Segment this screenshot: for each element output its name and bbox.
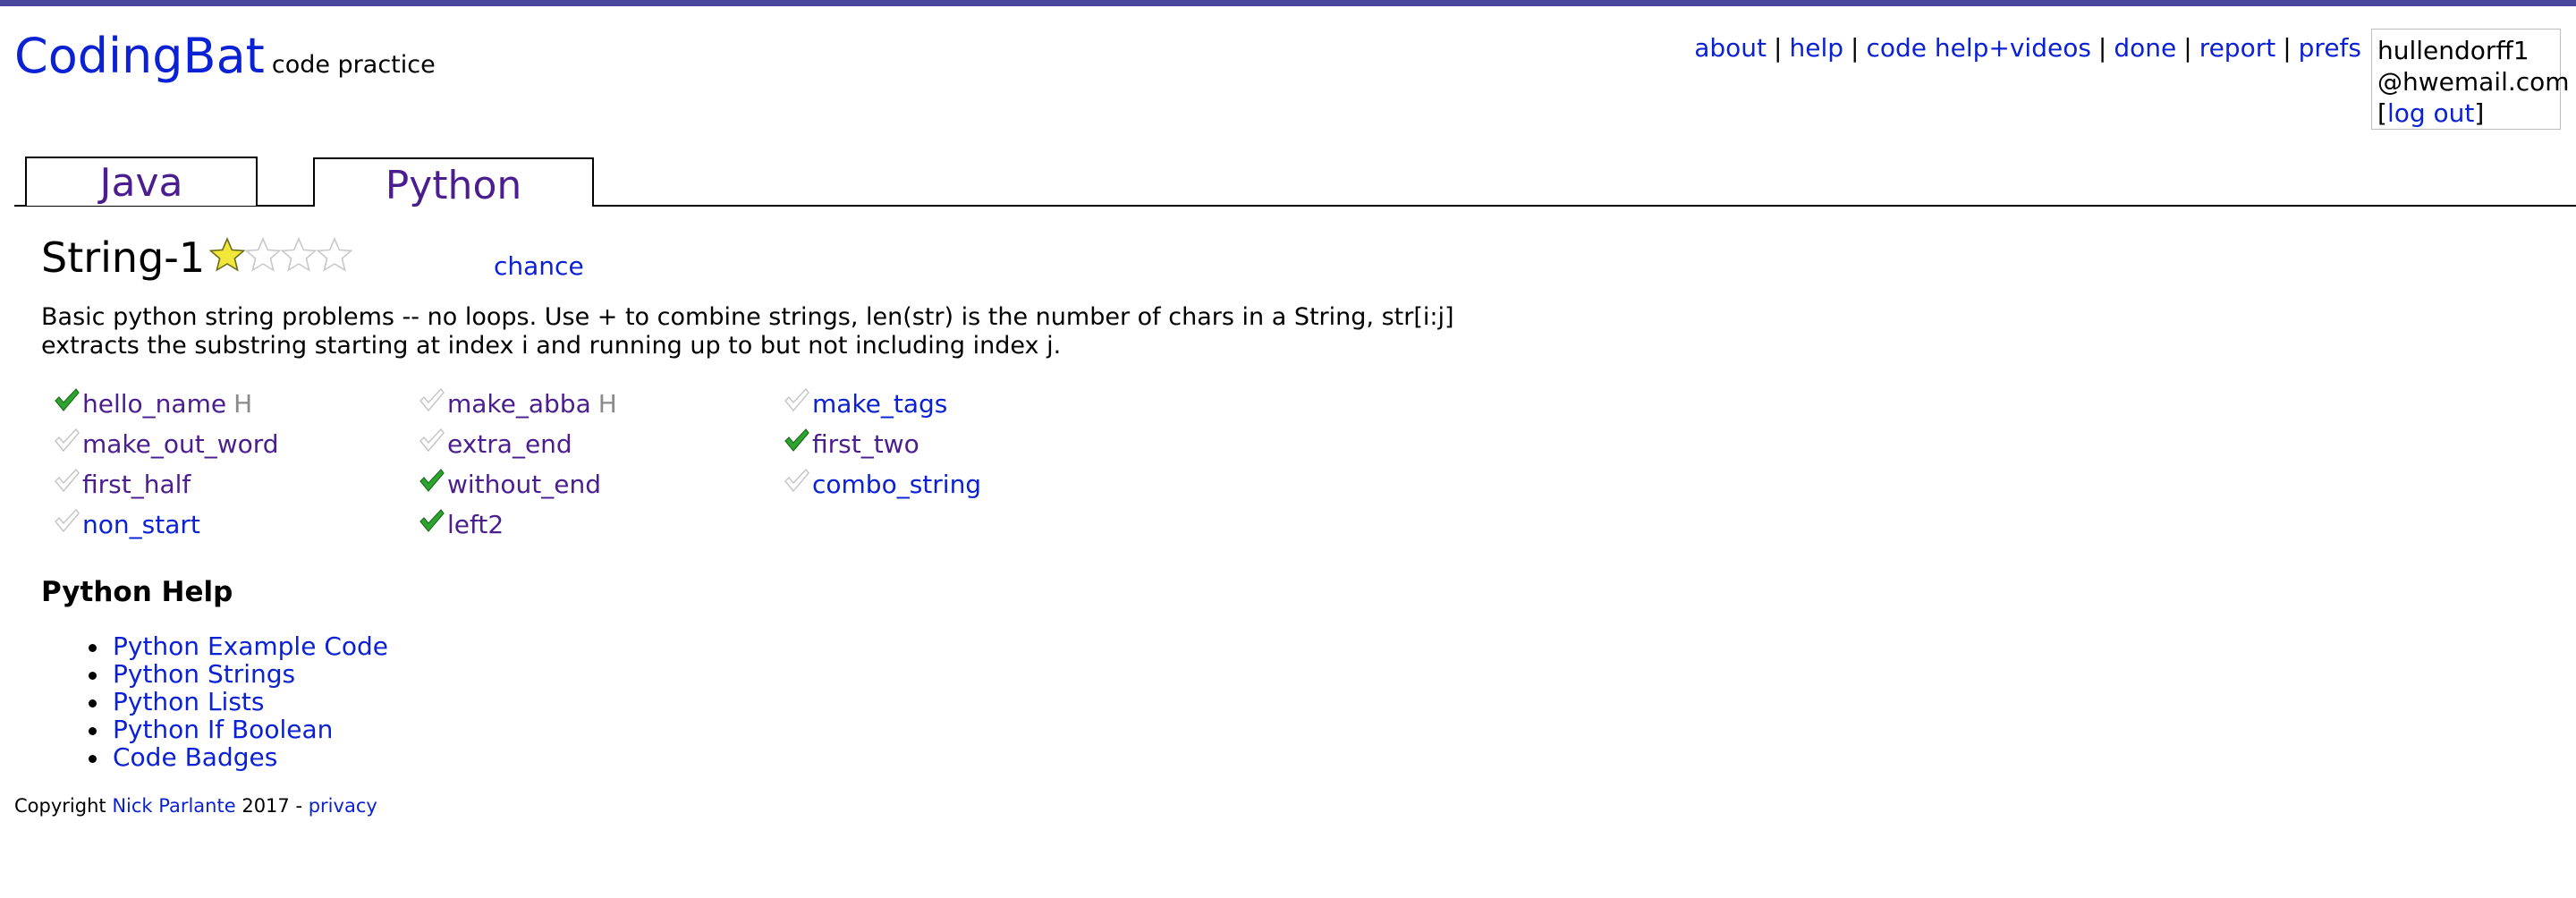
tab-python[interactable]: Python [313, 157, 594, 208]
tab-java[interactable]: Java [25, 157, 258, 206]
footer: Copyright Nick Parlante 2017 - privacy [14, 795, 377, 817]
nav-separator: | [2097, 33, 2107, 63]
check-done-icon [784, 428, 809, 452]
hint-marker: H [597, 389, 617, 419]
difficulty-stars [208, 236, 353, 276]
help-link-strings[interactable]: Python Strings [113, 659, 295, 689]
help-links: Python Example Code Python Strings Pytho… [72, 632, 388, 771]
problem-item: non_start [54, 508, 200, 544]
privacy-link[interactable]: privacy [309, 795, 377, 817]
logout-row: [log out] [2377, 98, 2485, 128]
check-pending-icon [419, 387, 445, 412]
help-link-lists[interactable]: Python Lists [113, 687, 265, 716]
problem-link-left2[interactable]: left2 [447, 510, 504, 539]
nav-separator: | [2183, 33, 2192, 63]
help-link-code-badges[interactable]: Code Badges [113, 742, 277, 772]
nav-separator: | [1851, 33, 1860, 63]
star-filled-icon [208, 236, 246, 272]
nav-about-link[interactable]: about [1694, 33, 1767, 63]
help-link-if-boolean[interactable]: Python If Boolean [113, 715, 333, 744]
problem-item: first_two [784, 428, 919, 463]
hint-marker: H [233, 389, 253, 419]
copyright-year: 2017 - [242, 795, 303, 817]
top-nav: about | help | code help+videos | done | report |… [1694, 33, 2361, 63]
problem-item: make_abba H [419, 387, 617, 423]
nav-help-link[interactable]: help [1789, 33, 1843, 63]
problem-item: extra_end [419, 428, 572, 463]
section-title: String-1 [41, 233, 206, 282]
copyright-label: Copyright [14, 795, 106, 817]
star-empty-icon [244, 236, 282, 272]
user-box: hullendorff1 @hwemail.com [log out] [2371, 29, 2570, 130]
star-empty-icon [316, 236, 353, 272]
problem-item: hello_name H [54, 387, 252, 423]
nav-done-link[interactable]: done [2114, 33, 2176, 63]
problem-link-extra-end[interactable]: extra_end [447, 429, 572, 459]
check-pending-icon [784, 387, 809, 412]
nav-report-link[interactable]: report [2199, 33, 2276, 63]
help-link-example-code[interactable]: Python Example Code [113, 631, 388, 661]
help-item: Python If Boolean [72, 716, 388, 743]
problem-item: first_half [54, 468, 191, 504]
problem-link-first-half[interactable]: first_half [82, 470, 191, 499]
check-pending-icon [419, 428, 445, 453]
check-done-icon [419, 469, 445, 492]
chance-link[interactable]: chance [494, 251, 584, 281]
problem-item: make_tags [784, 387, 947, 423]
main-content: String-1 chance Basic python string prob… [41, 230, 1562, 566]
problem-link-first-two[interactable]: first_two [812, 429, 919, 459]
check-pending-icon [55, 428, 80, 453]
problem-item: combo_string [784, 468, 981, 504]
problem-link-make-tags[interactable]: make_tags [812, 389, 947, 419]
user-email-line1: hullendorff1 [2377, 36, 2529, 65]
brand-link[interactable]: CodingBat [14, 28, 265, 84]
author-link[interactable]: Nick Parlante [112, 795, 235, 817]
help-item: Code Badges [72, 743, 388, 771]
problem-item: without_end [419, 468, 601, 504]
check-done-icon [55, 388, 80, 411]
help-heading: Python Help [41, 576, 233, 608]
tagline: code practice [271, 51, 436, 79]
check-pending-icon [55, 468, 80, 493]
check-pending-icon [55, 508, 80, 533]
problem-item: left2 [419, 508, 504, 544]
nav-prefs-link[interactable]: prefs [2299, 33, 2361, 63]
problem-link-make-abba[interactable]: make_abba [447, 389, 591, 419]
user-email-line2: @hwemail.com [2377, 67, 2570, 97]
problem-grid: hello_name Hmake_out_word first_half non_st… [41, 387, 1562, 566]
section-header: String-1 chance [41, 230, 1562, 284]
problem-link-without-end[interactable]: without_end [447, 470, 601, 499]
problem-link-hello-name[interactable]: hello_name [82, 389, 226, 419]
section-description: Basic python string problems -- no loops… [41, 303, 1454, 360]
problem-link-combo-string[interactable]: combo_string [812, 470, 981, 499]
star-empty-icon [280, 236, 318, 272]
logout-link[interactable]: log out [2387, 98, 2474, 128]
help-item: Python Lists [72, 688, 388, 716]
nav-code-help-videos-link[interactable]: code help+videos [1866, 33, 2090, 63]
problem-link-non-start[interactable]: non_start [82, 510, 200, 539]
problem-link-make-out-word[interactable]: make_out_word [82, 429, 279, 459]
check-pending-icon [784, 468, 809, 493]
help-item: Python Strings [72, 660, 388, 688]
check-done-icon [419, 509, 445, 532]
nav-separator: | [1774, 33, 1783, 63]
problem-item: make_out_word [54, 428, 279, 463]
nav-separator: | [2283, 33, 2292, 63]
help-item: Python Example Code [72, 632, 388, 660]
site-logo: CodingBat code practice [14, 28, 436, 84]
